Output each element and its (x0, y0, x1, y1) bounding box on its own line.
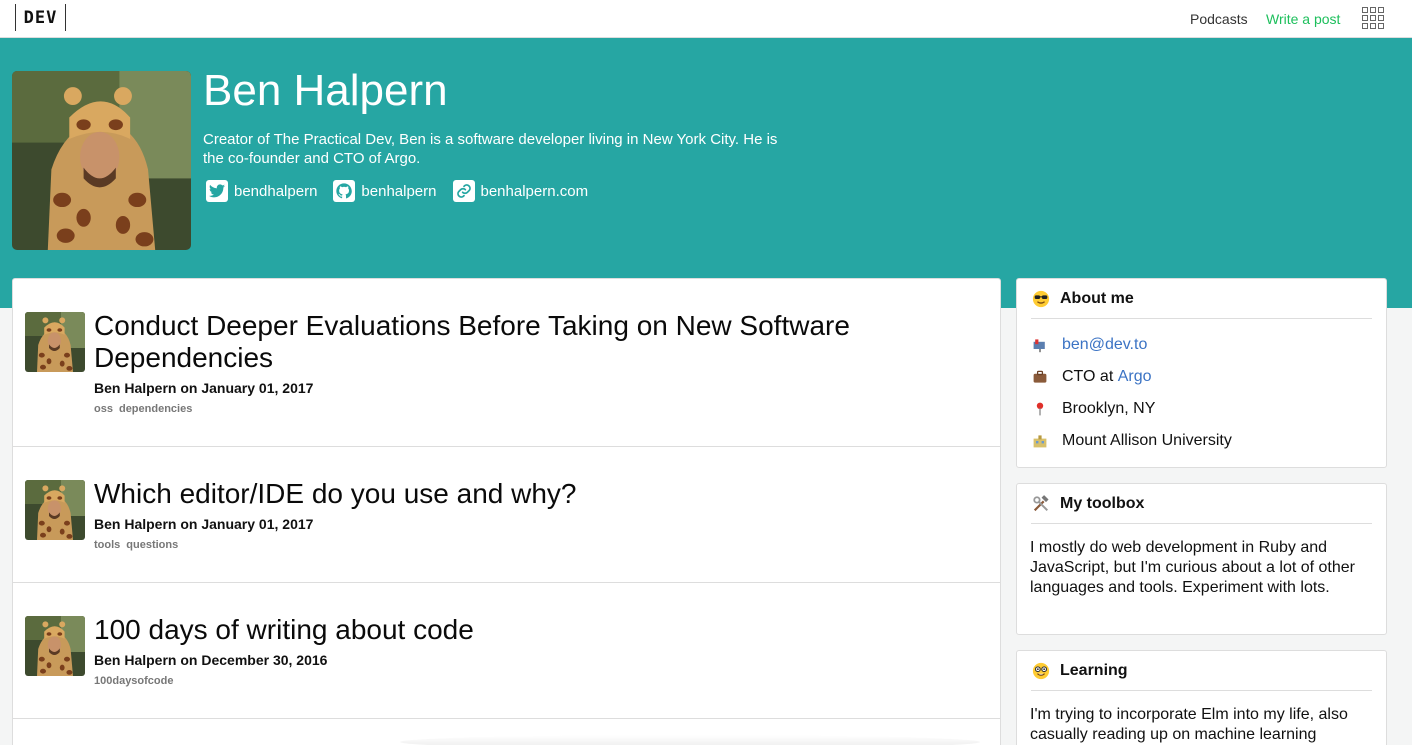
company-link[interactable]: Argo (1118, 368, 1152, 386)
podcasts-link[interactable]: Podcasts (1190, 11, 1248, 27)
toolbox-text: I mostly do web development in Ruby and … (1030, 539, 1355, 596)
article-meta: Ben Halpern on January 01, 2017 (94, 380, 314, 396)
mailbox-icon (1031, 336, 1049, 354)
list-item[interactable]: Which editor/IDE do you use and why? Ben… (13, 447, 1000, 583)
link-icon (452, 180, 475, 202)
toolbox-card: My toolbox I mostly do web development i… (1016, 483, 1387, 635)
article-tags: 100daysofcode (94, 675, 179, 687)
article-title[interactable]: Conduct Deeper Evaluations Before Taking… (94, 310, 954, 374)
profile-bio: Creator of The Practical Dev, Ben is a s… (203, 131, 778, 167)
profile-avatar (12, 71, 191, 250)
grid-icon[interactable] (1362, 7, 1384, 29)
website-url: benhalpern.com (480, 182, 589, 200)
education-text: Mount Allison University (1062, 432, 1232, 449)
social-links: bendhalpern benhalpern benhalpern.com (206, 180, 604, 202)
profile-header: Ben Halpern Creator of The Practical Dev… (0, 38, 1412, 308)
about-job-row: CTO at Argo (1031, 361, 1372, 393)
dev-logo[interactable]: DEV (15, 4, 66, 31)
write-post-link[interactable]: Write a post (1266, 11, 1340, 27)
author-avatar[interactable] (25, 616, 85, 676)
tag[interactable]: tools (94, 539, 120, 551)
tag[interactable]: 100daysofcode (94, 675, 173, 687)
school-icon (1031, 432, 1049, 450)
about-education-row: Mount Allison University (1031, 425, 1372, 457)
learning-card: Learning I'm trying to incorporate Elm i… (1016, 650, 1387, 745)
card-title: Learning (1060, 661, 1128, 679)
tag[interactable]: questions (126, 539, 178, 551)
twitter-handle: bendhalpern (234, 182, 318, 200)
website-link[interactable]: benhalpern.com (452, 180, 589, 202)
tag[interactable]: oss (94, 403, 113, 415)
twitter-icon (206, 180, 228, 202)
toolbox-heading: My toolbox (1031, 484, 1372, 524)
tag[interactable]: dependencies (119, 403, 192, 415)
profile-name: Ben Halpern (203, 66, 448, 115)
list-item[interactable]: 100 days of writing about code Ben Halpe… (13, 583, 1000, 719)
about-location-row: Brooklyn, NY (1031, 393, 1372, 425)
author-avatar[interactable] (25, 480, 85, 540)
github-icon (333, 180, 356, 202)
article-tags: tools questions (94, 539, 184, 551)
list-item[interactable]: Conduct Deeper Evaluations Before Taking… (13, 279, 1000, 447)
article-meta: Ben Halpern on January 01, 2017 (94, 516, 314, 532)
top-navbar: DEV Podcasts Write a post (0, 0, 1412, 38)
hammer-wrench-icon (1031, 494, 1051, 514)
nerd-face-icon (1031, 661, 1051, 681)
learning-heading: Learning (1031, 651, 1372, 691)
sunglasses-emoji-icon (1031, 289, 1051, 309)
twitter-link[interactable]: bendhalpern (206, 180, 317, 202)
email-link[interactable]: ben@dev.to (1062, 336, 1147, 354)
article-title[interactable]: 100 days of writing about code (94, 614, 954, 646)
learning-text: I'm trying to incorporate Elm into my li… (1030, 706, 1348, 743)
about-me-card: About me ben@dev.to CTO at Argo Brooklyn… (1016, 278, 1387, 468)
card-title: About me (1060, 289, 1134, 307)
github-handle: benhalpern (361, 182, 437, 200)
author-avatar[interactable] (25, 312, 85, 372)
article-title[interactable]: Which editor/IDE do you use and why? (94, 478, 954, 510)
github-link[interactable]: benhalpern (333, 180, 437, 202)
about-me-heading: About me (1031, 279, 1372, 319)
about-email-row: ben@dev.to (1031, 329, 1372, 361)
job-prefix: CTO at (1062, 368, 1118, 385)
article-tags: oss dependencies (94, 403, 198, 415)
location-text: Brooklyn, NY (1062, 400, 1156, 417)
pin-icon (1031, 400, 1049, 418)
bottom-shadow (400, 735, 980, 745)
articles-list: Conduct Deeper Evaluations Before Taking… (12, 278, 1001, 745)
briefcase-icon (1031, 368, 1049, 386)
article-meta: Ben Halpern on December 30, 2016 (94, 652, 328, 668)
card-title: My toolbox (1060, 494, 1145, 512)
